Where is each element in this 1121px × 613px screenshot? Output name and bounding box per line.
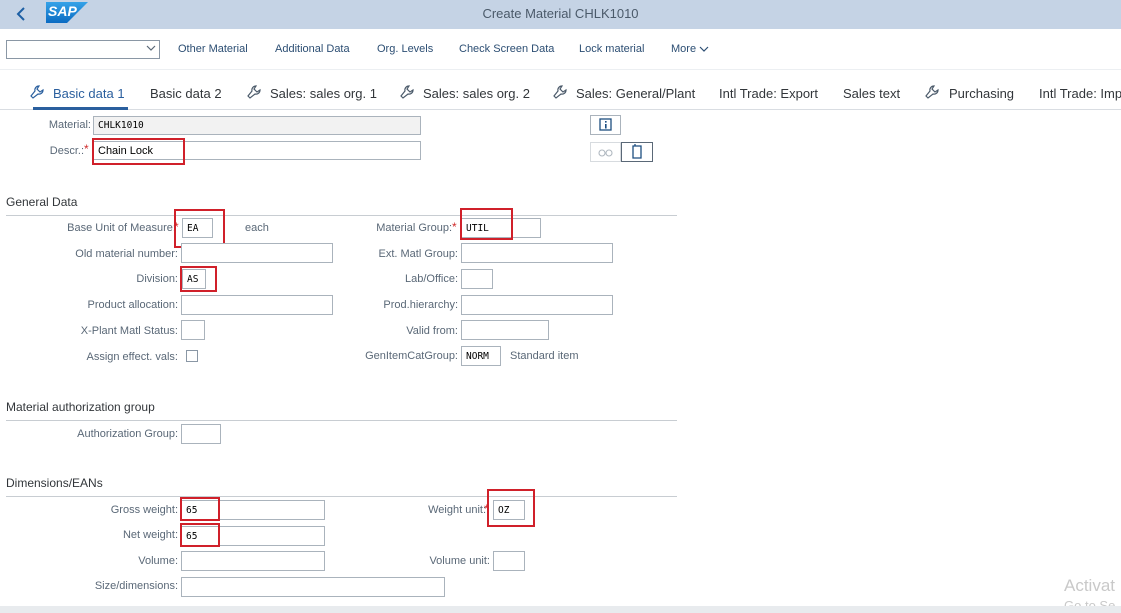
material-group-label: Material Group: [376, 222, 452, 234]
gen-item-cat-group-text: Standard item [510, 350, 579, 362]
ext-matl-group-label: Ext. Matl Group: [378, 248, 458, 260]
wrench-icon [925, 85, 939, 99]
section-divider [6, 420, 677, 421]
long-text-button[interactable] [621, 142, 653, 162]
highlight-box [180, 497, 220, 521]
material-input[interactable]: CHLK1010 [93, 116, 421, 135]
prod-hierarchy-input[interactable] [461, 295, 613, 315]
base-uom-text: each [245, 222, 269, 234]
display-button[interactable] [590, 142, 621, 162]
volume-input[interactable] [181, 551, 325, 571]
wrench-icon [400, 85, 414, 99]
old-material-number-input[interactable] [181, 243, 333, 263]
general-data-title: General Data [6, 195, 78, 209]
weight-unit-label: Weight unit: [428, 504, 486, 516]
descr-label: Descr.: [49, 145, 84, 157]
base-uom-label: Base Unit of Measure: [67, 222, 176, 234]
footer-bar [0, 606, 1121, 613]
size-dimensions-input[interactable] [181, 577, 445, 597]
highlight-box [92, 138, 185, 165]
ext-matl-group-input[interactable] [461, 243, 613, 263]
screen-select[interactable] [6, 40, 160, 59]
auth-group-title: Material authorization group [6, 400, 155, 414]
tab-sales-text[interactable]: Sales text [843, 86, 900, 101]
xplant-status-input[interactable] [181, 320, 205, 340]
wrench-icon [553, 85, 567, 99]
check-screen-data-button[interactable]: Check Screen Data [459, 43, 554, 55]
division-label: Division: [136, 273, 178, 285]
gross-weight-label: Gross weight: [110, 504, 178, 516]
tab-strip: Basic data 1 Basic data 2 Sales: sales o… [0, 70, 1121, 110]
xplant-status-label: X-Plant Matl Status: [80, 325, 178, 337]
activation-watermark: Activat [1064, 576, 1116, 595]
info-button[interactable] [590, 115, 621, 135]
required-marker: * [452, 220, 457, 234]
lab-office-input[interactable] [461, 269, 493, 289]
valid-from-input[interactable] [461, 320, 549, 340]
product-allocation-label: Product allocation: [87, 299, 179, 311]
wrench-icon [247, 85, 261, 99]
page-title: Create Material CHLK1010 [482, 6, 639, 21]
wrench-icon [30, 85, 44, 99]
tab-sales-org-1[interactable]: Sales: sales org. 1 [270, 86, 377, 101]
lock-material-button[interactable]: Lock material [579, 43, 644, 55]
other-material-button[interactable]: Other Material [178, 43, 248, 55]
highlight-box [180, 266, 217, 292]
gen-item-cat-group-input[interactable]: NORM [461, 346, 501, 366]
volume-label: Volume: [138, 555, 178, 567]
volume-unit-label: Volume unit: [429, 555, 490, 567]
tab-sales-org-2[interactable]: Sales: sales org. 2 [423, 86, 530, 101]
material-label: Material: [48, 119, 91, 131]
tab-sales-general-plant[interactable]: Sales: General/Plant [576, 86, 695, 101]
section-divider [6, 496, 677, 497]
document-icon [632, 144, 642, 159]
volume-unit-input[interactable] [493, 551, 525, 571]
dimensions-title: Dimensions/EANs [6, 476, 103, 490]
valid-from-label: Valid from: [406, 325, 458, 337]
required-marker: * [84, 142, 89, 156]
product-allocation-input[interactable] [181, 295, 333, 315]
chevron-down-icon [699, 46, 709, 52]
toolbar: Other Material Additional Data Org. Leve… [0, 29, 1121, 70]
assign-effect-vals-checkbox[interactable] [186, 350, 198, 362]
highlight-box [180, 523, 220, 547]
prod-hierarchy-label: Prod.hierarchy: [383, 299, 458, 311]
authorization-group-input[interactable] [181, 424, 221, 444]
shell-bar: SAP Create Material CHLK1010 [0, 0, 1121, 29]
size-dimensions-label: Size/dimensions: [94, 580, 178, 592]
chevron-down-icon [146, 41, 156, 60]
info-icon [599, 118, 612, 131]
tab-intl-trade-export[interactable]: Intl Trade: Export [719, 86, 818, 101]
net-weight-label: Net weight: [122, 529, 178, 541]
org-levels-button[interactable]: Org. Levels [377, 43, 433, 55]
more-button[interactable]: More [671, 43, 709, 55]
old-material-number-label: Old material number: [75, 248, 178, 260]
tab-purchasing[interactable]: Purchasing [949, 86, 1014, 101]
highlight-box [460, 208, 513, 240]
tab-basic-data-1[interactable]: Basic data 1 [33, 86, 128, 110]
tab-intl-trade-import[interactable]: Intl Trade: Imp [1039, 86, 1121, 101]
tab-basic-data-2[interactable]: Basic data 2 [150, 86, 222, 101]
more-button-label: More [671, 43, 697, 55]
glasses-icon [598, 149, 613, 157]
authorization-group-label: Authorization Group: [77, 428, 178, 440]
lab-office-label: Lab/Office: [405, 273, 458, 285]
section-divider [6, 215, 677, 216]
gen-item-cat-group-label: GenItemCatGroup: [365, 350, 458, 362]
assign-effect-vals-label: Assign effect. vals: [86, 351, 178, 363]
highlight-box [487, 489, 535, 527]
additional-data-button[interactable]: Additional Data [275, 43, 350, 55]
